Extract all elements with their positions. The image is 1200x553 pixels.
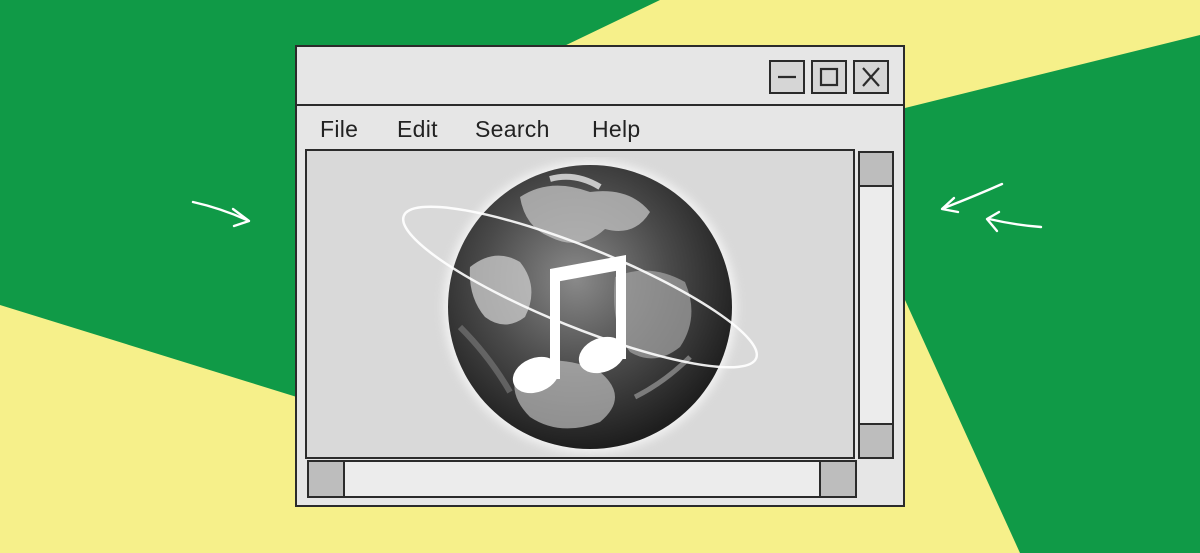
menu-search[interactable]: Search <box>475 116 550 143</box>
scroll-up-button[interactable] <box>858 151 894 187</box>
globe-music-illustration <box>401 161 759 453</box>
menu-edit[interactable]: Edit <box>397 116 438 143</box>
vertical-scrollbar[interactable] <box>858 151 894 459</box>
globe-icon <box>448 165 732 449</box>
close-icon <box>862 67 880 87</box>
scroll-left-button[interactable] <box>307 460 345 498</box>
menu-help[interactable]: Help <box>592 116 641 143</box>
app-window: File Edit Search Help <box>295 45 905 507</box>
arrow-right-bottom-icon <box>985 210 1043 233</box>
menu-file[interactable]: File <box>320 116 358 143</box>
minimize-icon <box>778 75 796 79</box>
close-button[interactable] <box>853 60 889 94</box>
maximize-icon <box>819 67 839 87</box>
arrow-left-icon <box>191 200 251 228</box>
maximize-button[interactable] <box>811 60 847 94</box>
content-area <box>305 149 855 459</box>
minimize-button[interactable] <box>769 60 805 94</box>
scroll-down-button[interactable] <box>858 423 894 459</box>
horizontal-scrollbar[interactable] <box>307 460 857 498</box>
title-bar <box>297 47 903 106</box>
scroll-right-button[interactable] <box>819 460 857 498</box>
menu-bar: File Edit Search Help <box>297 106 903 148</box>
